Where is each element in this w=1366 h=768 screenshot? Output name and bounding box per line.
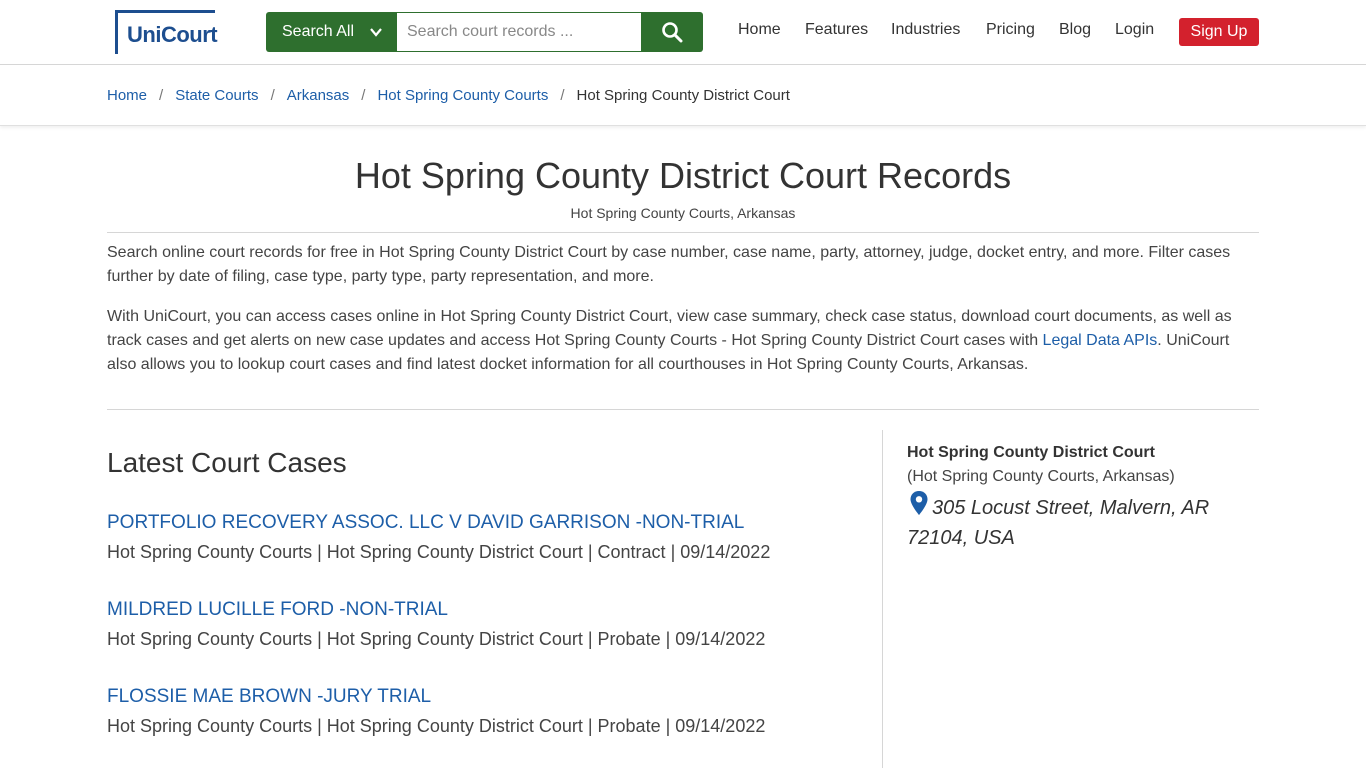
case-title-link[interactable]: FLOSSIE MAE BROWN -JURY TRIAL xyxy=(107,686,431,708)
breadcrumb-current: Hot Spring County District Court xyxy=(576,87,790,104)
search-input[interactable] xyxy=(397,12,642,52)
legal-data-apis-link[interactable]: Legal Data APIs xyxy=(1043,332,1158,349)
breadcrumb-arkansas[interactable]: Arkansas xyxy=(287,87,350,104)
logo-text: UniCourt xyxy=(127,22,218,47)
column-divider xyxy=(882,430,883,768)
breadcrumb-separator: / xyxy=(159,87,164,104)
nav-login[interactable]: Login xyxy=(1115,21,1154,39)
unicourt-logo[interactable]: UniCourt xyxy=(115,10,218,54)
breadcrumb-separator: / xyxy=(361,87,366,104)
search-button[interactable] xyxy=(641,12,703,52)
search-all-dropdown[interactable]: Search All xyxy=(266,12,397,52)
breadcrumb-separator: / xyxy=(270,87,275,104)
nav-home[interactable]: Home xyxy=(738,21,781,39)
divider xyxy=(107,232,1259,233)
breadcrumb-bar: Home / State Courts / Arkansas / Hot Spr… xyxy=(0,65,1366,126)
chevron-down-icon xyxy=(370,28,382,37)
case-meta: Hot Spring County Courts | Hot Spring Co… xyxy=(107,716,766,736)
breadcrumb-state-courts[interactable]: State Courts xyxy=(175,87,258,104)
search-icon xyxy=(662,22,683,43)
latest-cases-heading: Latest Court Cases xyxy=(107,447,347,478)
breadcrumb: Home / State Courts / Arkansas / Hot Spr… xyxy=(107,87,790,104)
divider xyxy=(107,409,1259,410)
court-address: 305 Locust Street, Malvern, AR 72104, US… xyxy=(907,497,1210,549)
case-meta: Hot Spring County Courts | Hot Spring Co… xyxy=(107,542,771,562)
nav-features[interactable]: Features xyxy=(805,21,868,39)
search-all-label: Search All xyxy=(282,23,355,40)
nav-pricing[interactable]: Pricing xyxy=(986,21,1035,39)
site-header: UniCourt Search All Home Features Indust… xyxy=(0,0,1366,65)
signup-button[interactable]: Sign Up xyxy=(1179,18,1259,46)
page-subtitle: Hot Spring County Courts, Arkansas xyxy=(570,205,796,221)
case-title-link[interactable]: PORTFOLIO RECOVERY ASSOC. LLC V DAVID GA… xyxy=(107,512,744,534)
breadcrumb-county-courts[interactable]: Hot Spring County Courts xyxy=(377,87,548,104)
nav-blog[interactable]: Blog xyxy=(1059,21,1091,39)
breadcrumb-separator: / xyxy=(560,87,565,104)
court-name: Hot Spring County District Court xyxy=(907,444,1155,461)
breadcrumb-home[interactable]: Home xyxy=(107,87,147,104)
features-paragraph: With UniCourt, you can access cases onli… xyxy=(107,305,1259,377)
case-title-link[interactable]: MILDRED LUCILLE FORD -NON-TRIAL xyxy=(107,599,448,621)
court-jurisdiction: (Hot Spring County Courts, Arkansas) xyxy=(907,468,1175,485)
case-meta: Hot Spring County Courts | Hot Spring Co… xyxy=(107,629,766,649)
page-title: Hot Spring County District Court Records xyxy=(354,155,1012,196)
nav-industries[interactable]: Industries xyxy=(891,21,960,39)
intro-paragraph: Search online court records for free in … xyxy=(107,244,1231,285)
